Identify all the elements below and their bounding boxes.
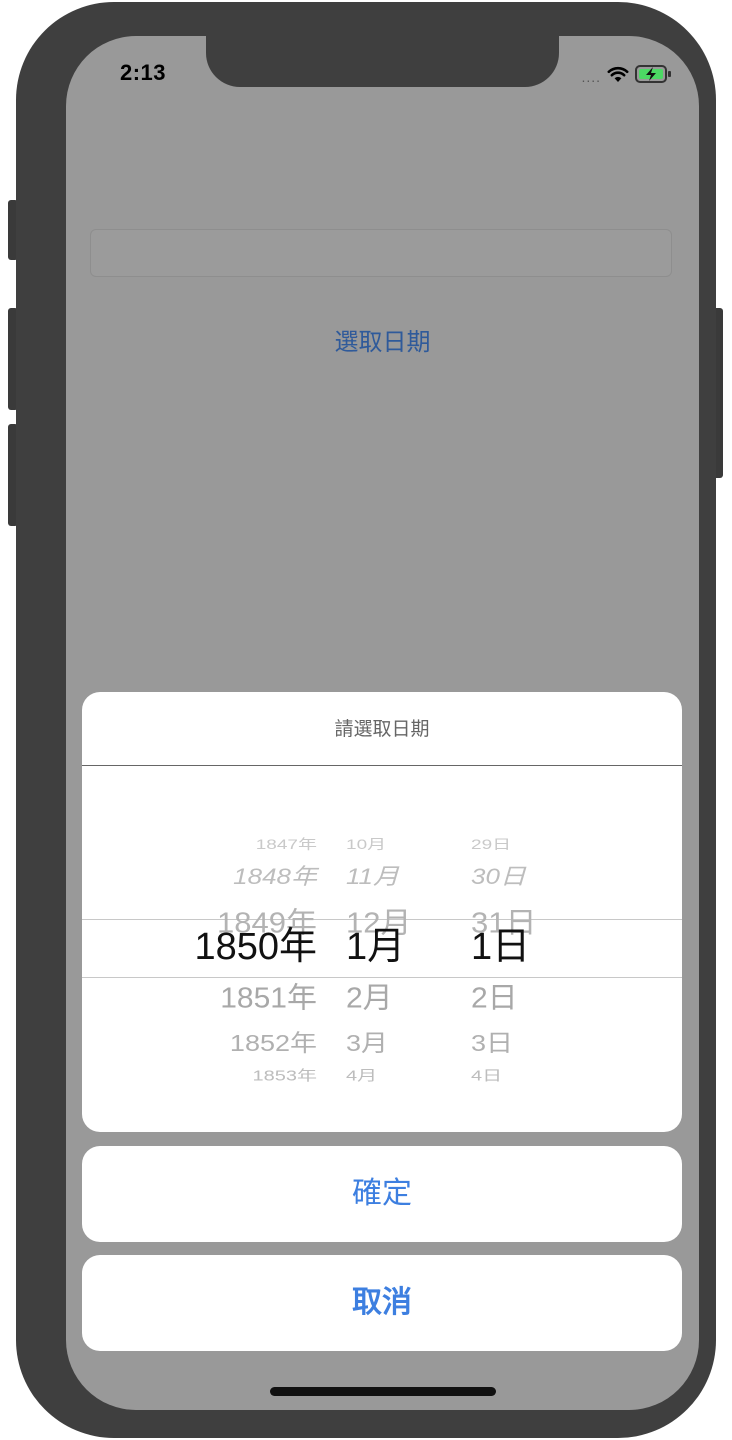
- device-frame: 2:13 .... 選取日期 請選取日期 1847年 1848年 1849年 1…: [16, 2, 716, 1438]
- month-item[interactable]: 2月: [346, 984, 393, 1013]
- month-item[interactable]: 10月: [346, 838, 386, 852]
- month-wheel[interactable]: 10月 11月 12月 1月 2月 3月 4月: [346, 766, 446, 1132]
- status-icons: ....: [581, 64, 673, 89]
- day-item[interactable]: 3日: [471, 1032, 513, 1055]
- home-indicator: [270, 1387, 496, 1396]
- day-item[interactable]: 30日: [471, 865, 526, 887]
- year-item[interactable]: 1851年: [220, 984, 317, 1013]
- pick-date-button[interactable]: 選取日期: [66, 322, 699, 357]
- day-item[interactable]: 2日: [471, 984, 518, 1013]
- cancel-button[interactable]: 取消: [82, 1255, 682, 1351]
- notch: [206, 36, 559, 87]
- date-picker[interactable]: 1847年 1848年 1849年 1850年 1851年 1852年 1853…: [82, 766, 682, 1132]
- year-item[interactable]: 1852年: [230, 1032, 317, 1055]
- month-item-selected[interactable]: 1月: [346, 928, 405, 966]
- confirm-button[interactable]: 確定: [82, 1146, 682, 1242]
- sheet-title: 請選取日期: [334, 719, 430, 740]
- year-item-selected[interactable]: 1850年: [194, 928, 317, 966]
- day-wheel[interactable]: 29日 30日 31日 1日 2日 3日 4日: [471, 766, 581, 1132]
- day-item[interactable]: 29日: [471, 838, 511, 852]
- year-item[interactable]: 1848年: [233, 865, 317, 887]
- signal-dots: ....: [581, 68, 601, 85]
- status-time: 2:13: [120, 60, 167, 85]
- wifi-icon: [607, 65, 629, 88]
- year-item[interactable]: 1853年: [253, 1069, 318, 1083]
- date-text-field[interactable]: [90, 229, 672, 277]
- year-wheel[interactable]: 1847年 1848年 1849年 1850年 1851年 1852年 1853…: [182, 766, 317, 1132]
- year-item[interactable]: 1847年: [256, 838, 317, 852]
- date-picker-sheet: 請選取日期 1847年 1848年 1849年 1850年 1851年 1852…: [82, 692, 682, 1132]
- month-item[interactable]: 4月: [346, 1069, 377, 1083]
- screen: 2:13 .... 選取日期 請選取日期 1847年 1848年 1849年 1…: [66, 36, 699, 1410]
- day-item-selected[interactable]: 1日: [471, 928, 530, 966]
- day-item[interactable]: 4日: [471, 1069, 502, 1083]
- month-item[interactable]: 11月: [346, 865, 399, 887]
- month-item[interactable]: 3月: [346, 1032, 388, 1055]
- battery-charging-icon: [635, 64, 673, 89]
